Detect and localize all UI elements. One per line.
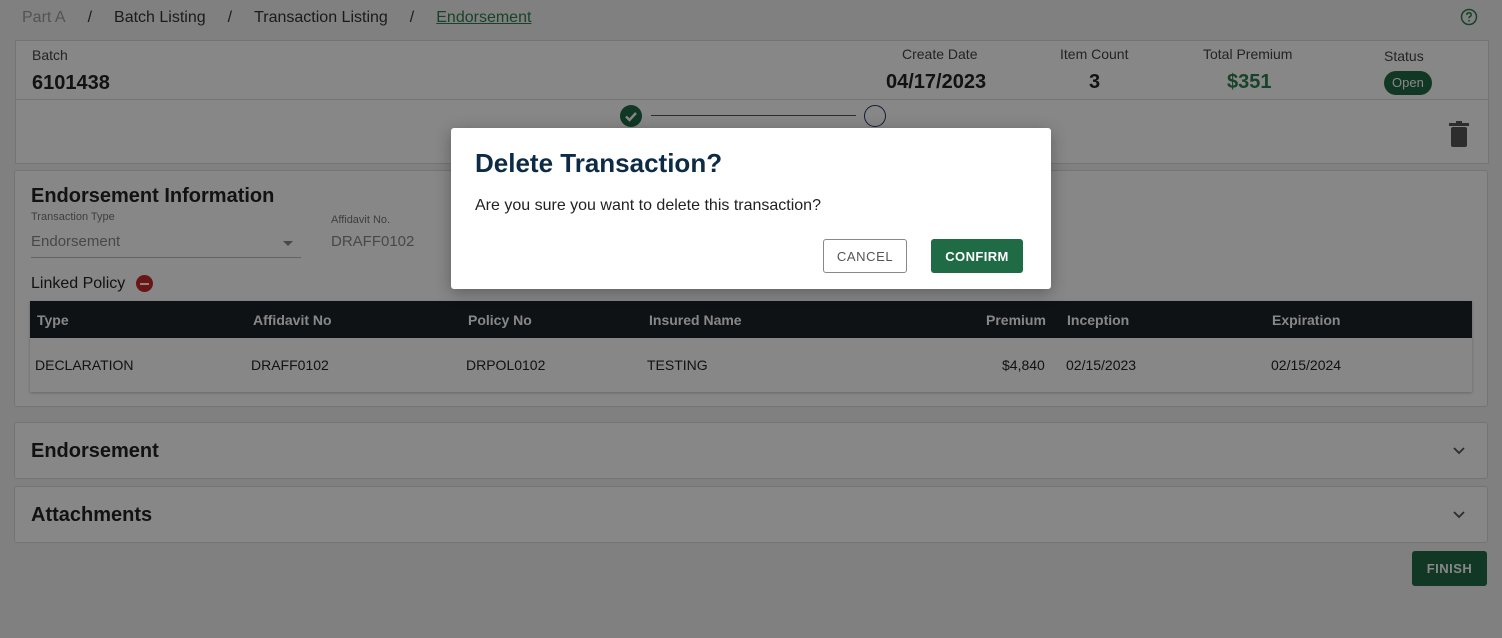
page: Part A / Batch Listing / Transaction Lis… [0,0,1502,638]
confirm-button[interactable]: CONFIRM [931,239,1023,273]
dialog-message: Are you sure you want to delete this tra… [475,197,821,214]
dialog-title: Delete Transaction? [475,148,723,178]
modal-backdrop[interactable] [0,0,1502,638]
cancel-button[interactable]: CANCEL [823,239,907,273]
delete-transaction-dialog: Delete Transaction? Are you sure you wan… [451,128,1051,289]
